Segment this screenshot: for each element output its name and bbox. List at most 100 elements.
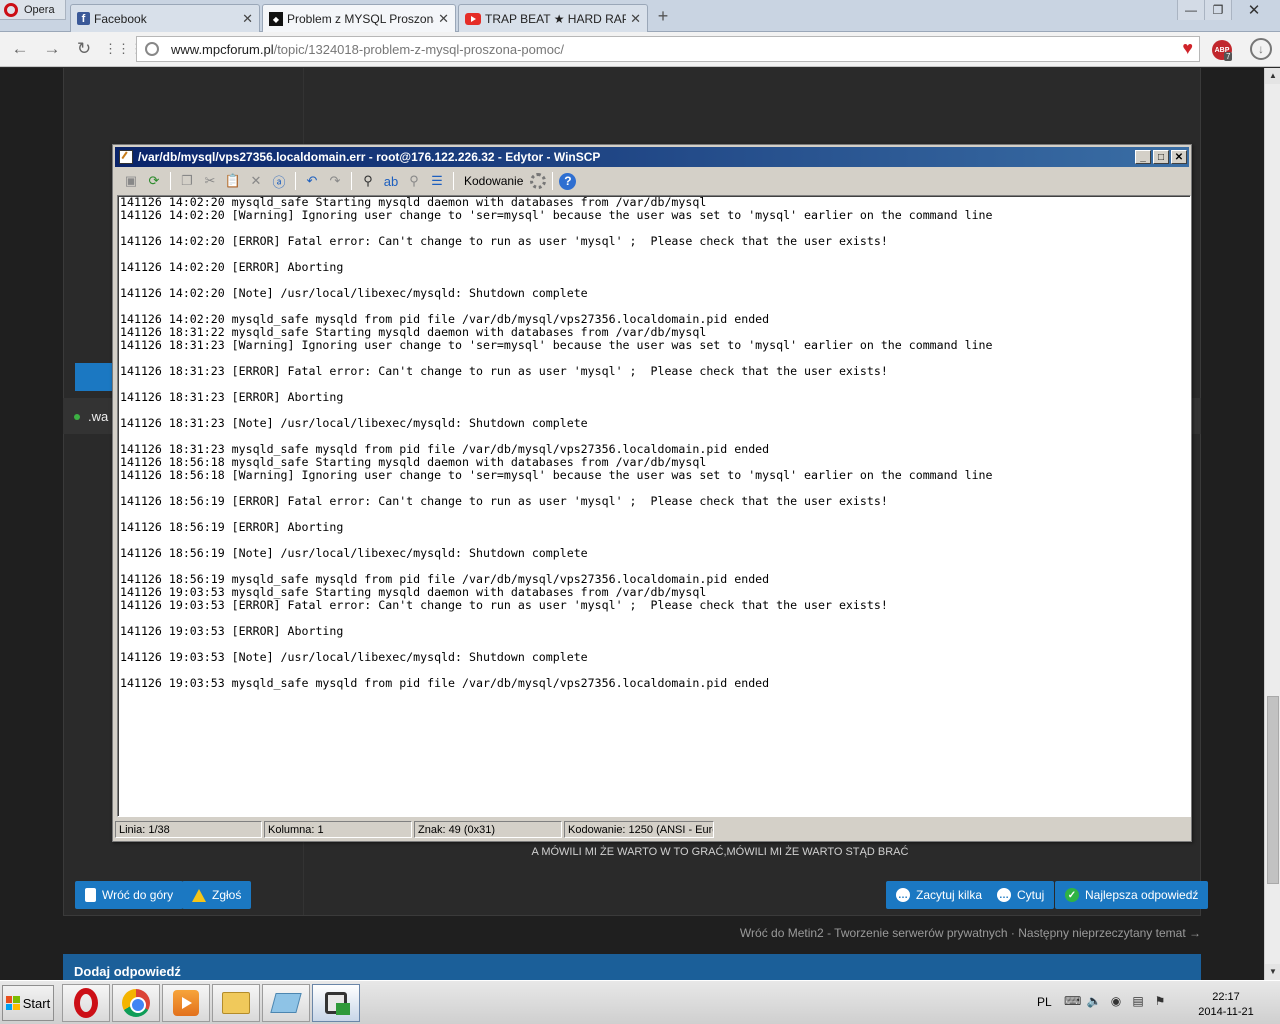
select-all-icon[interactable]: ⓐ	[269, 171, 289, 191]
winscp-icon	[325, 992, 350, 1015]
clock[interactable]: 22:17 2014-11-21	[1196, 990, 1256, 1020]
refresh-icon[interactable]: ⟳	[144, 171, 164, 191]
help-icon[interactable]: ?	[559, 172, 577, 190]
log-line: 141126 18:56:19 [ERROR] Aborting	[120, 520, 344, 534]
author-name-fragment[interactable]: .wa	[88, 409, 108, 424]
taskbar-chrome[interactable]	[112, 984, 160, 1022]
clock-time: 22:17	[1212, 991, 1240, 1003]
youtube-icon	[465, 12, 481, 25]
tab-youtube[interactable]: TRAP BEAT ★ HARD RAP INS ✕	[458, 4, 648, 32]
best-answer-button[interactable]: ✓ Najlepsza odpowiedź	[1055, 881, 1209, 909]
close-icon[interactable]: ✕	[242, 11, 253, 27]
maximize-icon[interactable]: □	[1153, 150, 1169, 164]
show-desktop-button[interactable]	[1262, 985, 1278, 1021]
scrollbar-thumb[interactable]	[1267, 696, 1279, 884]
close-icon[interactable]: ✕	[1171, 150, 1187, 164]
close-icon[interactable]: ✕	[630, 11, 641, 27]
minimize-icon[interactable]: —	[1177, 0, 1204, 20]
editor-toolbar: ▣ ⟳ ❐ ✂ 📋 ✕ ⓐ ↶ ↷ ⚲ ab ⚲ ☰ Kodowanie ?	[115, 168, 1189, 194]
taskbar-winscp[interactable]	[312, 984, 360, 1022]
page-scrollbar[interactable]: ▲ ▼	[1264, 68, 1280, 980]
post-signature: A MÓWILI MI ŻE WARTO W TO GRAĆ,MÓWILI MI…	[531, 846, 909, 858]
url-path: /topic/1324018-problem-z-mysql-proszona-…	[273, 41, 565, 57]
download-icon[interactable]: ↓	[1250, 38, 1272, 60]
scroll-down-arrow-icon[interactable]: ▼	[1265, 964, 1280, 980]
report-label: Zgłoś	[212, 888, 242, 902]
tab-mpcforum[interactable]: ◆ Problem z MYSQL Proszona P ✕	[262, 4, 456, 33]
opera-icon	[74, 988, 98, 1018]
log-line: 141126 14:02:20 [Warning] Ignoring user …	[120, 208, 993, 222]
multiquote-label: Zacytuj kilka	[916, 888, 983, 902]
tab-facebook[interactable]: f Facebook ✕	[70, 4, 260, 32]
speed-dial-grid-icon[interactable]: ⋮⋮⋮	[104, 38, 143, 60]
keyboard-icon[interactable]: ⌨	[1064, 993, 1081, 1009]
add-reply-header: Dodaj odpowiedź	[63, 954, 1201, 980]
redo-icon[interactable]: ↷	[325, 171, 345, 191]
toolbar-separator	[170, 172, 171, 190]
close-window-icon[interactable]: ✕	[1231, 0, 1276, 20]
speech-bubble-icon: …	[896, 888, 910, 902]
maximize-icon[interactable]: ❐	[1204, 0, 1231, 20]
checkmark-icon: ✓	[1065, 888, 1079, 902]
editor-text-area[interactable]: 141126 14:02:20 mysqld_safe Starting mys…	[117, 195, 1191, 817]
opera-menu-button[interactable]: Opera	[0, 0, 66, 20]
toolbar-separator	[453, 172, 454, 190]
forward-arrow-icon[interactable]: →	[40, 38, 64, 60]
browser-nav-bar: ← → ↻ ⋮⋮⋮ www.mpcforum.pl/topic/1324018-…	[0, 32, 1280, 67]
multiquote-button[interactable]: … Zacytuj kilka	[886, 881, 993, 909]
toolbar-separator	[295, 172, 296, 190]
folder-icon	[222, 992, 250, 1014]
replace-icon[interactable]: ab	[381, 171, 401, 191]
cut-icon[interactable]: ✂	[200, 171, 220, 191]
flag-icon[interactable]: ⚑	[1152, 993, 1168, 1009]
preferences-gear-icon[interactable]	[530, 173, 547, 189]
save-icon[interactable]: ▣	[121, 171, 141, 191]
new-tab-button[interactable]: +	[652, 6, 674, 26]
taskbar-explorer[interactable]	[212, 984, 260, 1022]
back-to-top-label: Wróć do góry	[102, 888, 174, 902]
start-label: Start	[22, 995, 51, 1011]
log-line: 141126 14:02:20 [Note] /usr/local/libexe…	[120, 286, 588, 300]
copy-icon[interactable]: ❐	[177, 171, 197, 191]
encoding-button[interactable]: Kodowanie	[460, 174, 527, 188]
goto-line-icon[interactable]: ☰	[427, 171, 447, 191]
monitor-icon[interactable]: ▤	[1130, 993, 1146, 1009]
start-button[interactable]: Start	[2, 985, 54, 1021]
back-to-top-button[interactable]: Wróć do góry	[75, 881, 184, 909]
editor-title-bar[interactable]: /var/db/mysql/vps27356.localdomain.err -…	[115, 147, 1189, 167]
log-line: 141126 19:03:53 [ERROR] Fatal error: Can…	[120, 598, 888, 612]
mpcforum-icon: ◆	[269, 12, 283, 26]
system-tray: ⌨ 🔈 ◉ ▤ ⚑	[1064, 993, 1168, 1009]
editor-status-bar: Linia: 1/38 Kolumna: 1 Znak: 49 (0x31) K…	[115, 821, 1189, 839]
volume-icon[interactable]: 🔈	[1086, 993, 1102, 1009]
scroll-up-arrow-icon[interactable]: ▲	[1265, 68, 1280, 84]
opera-menu-label: Opera	[24, 3, 55, 16]
minimize-icon[interactable]: _	[1135, 150, 1151, 164]
report-button[interactable]: Zgłoś	[182, 881, 252, 909]
close-icon[interactable]: ✕	[438, 11, 449, 27]
network-icon[interactable]: ◉	[1108, 993, 1124, 1009]
quote-label: Cytuj	[1017, 888, 1045, 902]
language-indicator[interactable]: PL	[1037, 995, 1052, 1009]
quote-button[interactable]: … Cytuj	[987, 881, 1055, 909]
taskbar-notepad[interactable]	[262, 984, 310, 1022]
editor-title: /var/db/mysql/vps27356.localdomain.err -…	[138, 150, 601, 164]
log-line: 141126 18:56:19 [ERROR] Fatal error: Can…	[120, 494, 888, 508]
media-player-icon	[173, 990, 199, 1016]
heart-icon[interactable]: ♥	[1182, 38, 1193, 59]
find-next-icon[interactable]: ⚲	[404, 171, 424, 191]
taskbar-media-player[interactable]	[162, 984, 210, 1022]
delete-icon[interactable]: ✕	[246, 171, 266, 191]
windows-taskbar: Start PL ⌨ 🔈 ◉ ▤ ⚑ 22:17 2014-11-21	[0, 980, 1280, 1024]
back-arrow-icon[interactable]: ←	[8, 38, 32, 60]
topic-navigation-links[interactable]: Wróć do Metin2 - Tworzenie serwerów pryw…	[740, 926, 1201, 940]
page-info-icon[interactable]	[145, 42, 159, 56]
reload-icon[interactable]: ↻	[72, 38, 96, 60]
find-icon[interactable]: ⚲	[358, 171, 378, 191]
log-line: 141126 19:03:53 mysqld_safe mysqld from …	[120, 676, 770, 690]
address-bar[interactable]: www.mpcforum.pl/topic/1324018-problem-z-…	[136, 36, 1200, 62]
paste-icon[interactable]: 📋	[223, 171, 243, 191]
taskbar-opera[interactable]	[62, 984, 110, 1022]
clock-date: 2014-11-21	[1198, 1006, 1254, 1018]
undo-icon[interactable]: ↶	[302, 171, 322, 191]
